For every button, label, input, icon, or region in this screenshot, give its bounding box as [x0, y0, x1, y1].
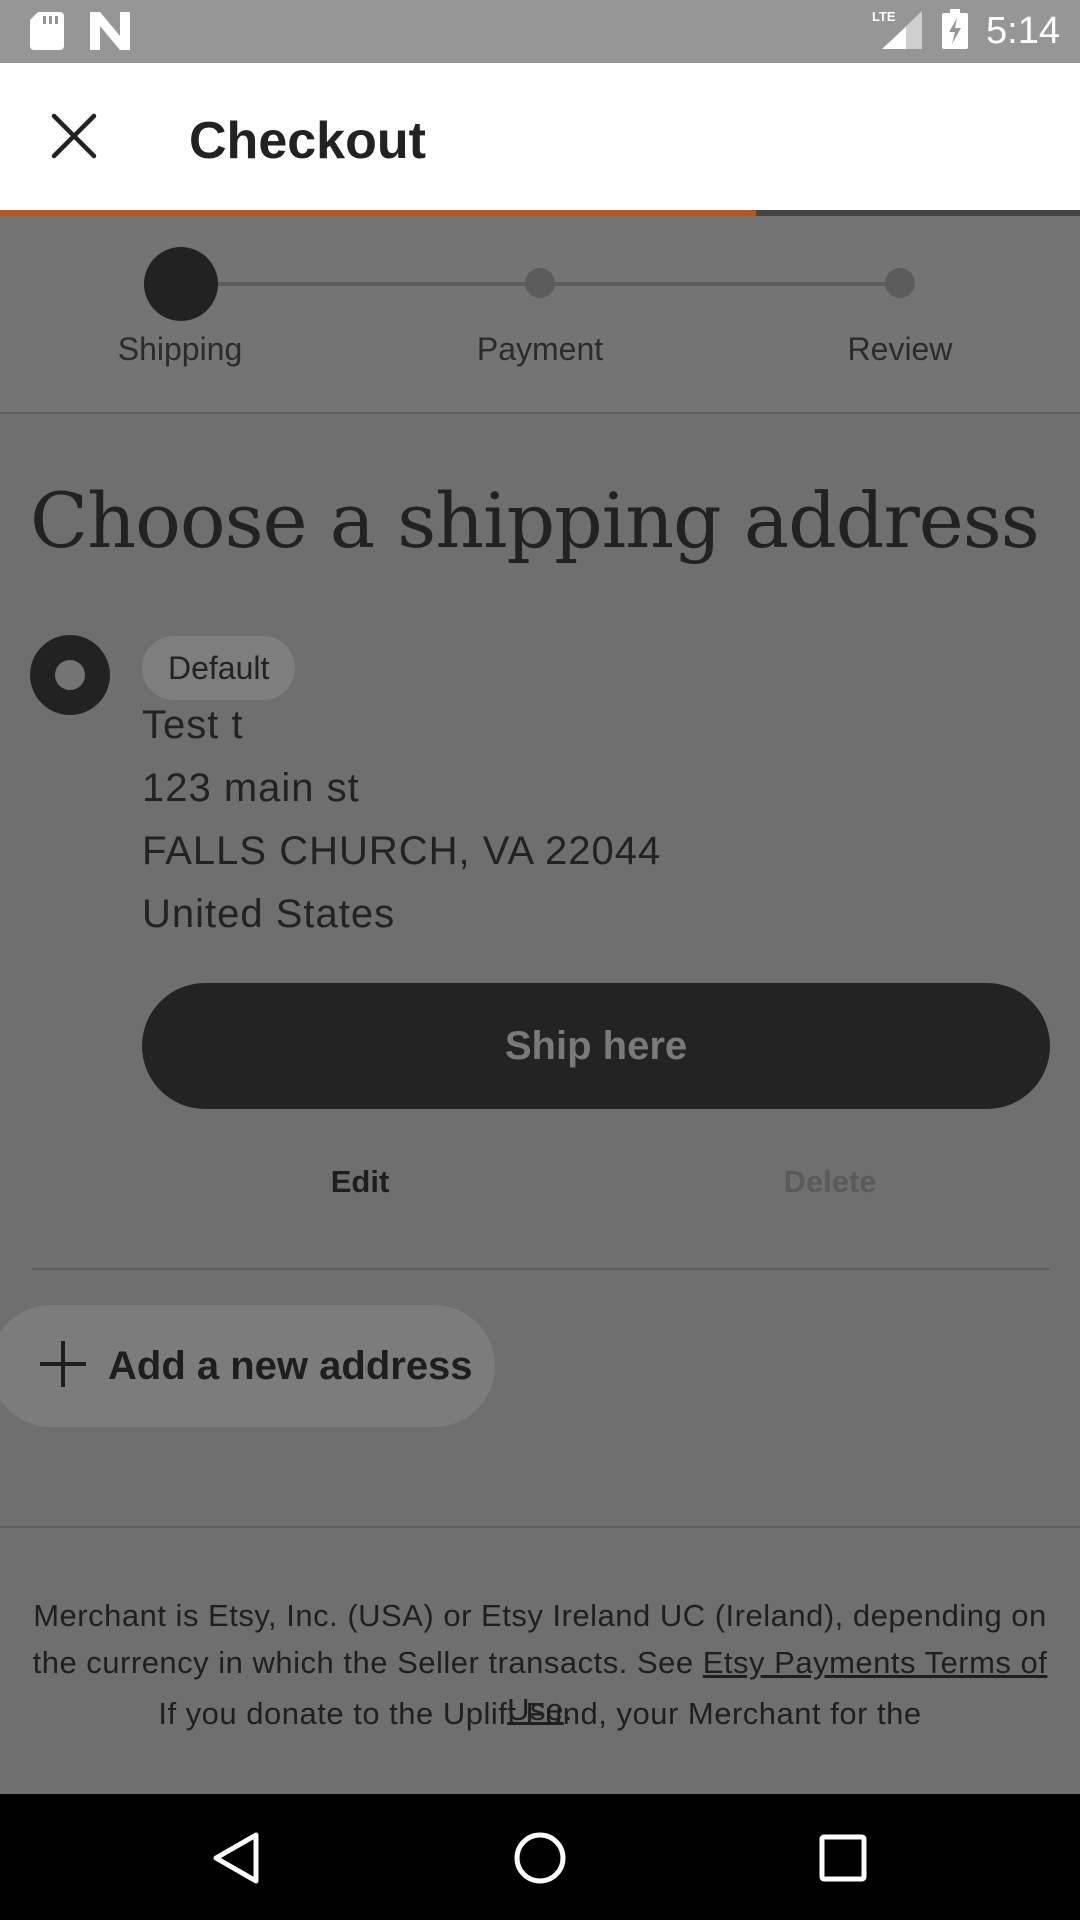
step-label-payment: Payment	[476, 331, 604, 367]
uplift-fund-text: If you donate to the Uplift Fund, your M…	[158, 1696, 922, 1731]
address-name: Test t	[142, 703, 244, 747]
sd-card-icon	[30, 12, 64, 55]
merchant-disclosure: Merchant is Etsy, Inc. (USA) or Etsy Ire…	[0, 1526, 1080, 1794]
home-circle-icon	[513, 1831, 567, 1890]
close-icon	[51, 113, 97, 164]
system-nav-bar	[0, 1794, 1080, 1920]
default-badge: Default	[142, 636, 296, 700]
main-content: Choose a shipping address Default Test t…	[0, 416, 1080, 1526]
recents-button[interactable]	[813, 1832, 873, 1888]
step-indicator-review	[885, 268, 915, 298]
home-button[interactable]	[510, 1832, 570, 1888]
address-radio-button[interactable]	[30, 635, 110, 715]
close-button[interactable]	[44, 108, 104, 168]
signal-icon: LTE	[872, 9, 924, 54]
step-label-review: Review	[847, 331, 953, 367]
plus-icon	[38, 1339, 88, 1394]
add-new-address-button[interactable]: Add a new address	[0, 1305, 495, 1427]
edit-address-button[interactable]: Edit	[300, 1164, 420, 1200]
ship-here-button[interactable]: Ship here	[142, 983, 1050, 1109]
page-title: Checkout	[189, 112, 426, 170]
network-type: LTE	[872, 9, 896, 24]
battery-charging-icon	[942, 9, 969, 54]
address-country: United States	[142, 892, 396, 936]
clock: 5:14	[986, 10, 1060, 52]
n-notification-icon	[90, 12, 130, 55]
app-header: Checkout	[0, 63, 1080, 210]
address-divider	[32, 1268, 1050, 1270]
back-triangle-icon	[212, 1831, 260, 1890]
radio-selected-dot	[55, 660, 85, 690]
delete-address-button[interactable]: Delete	[760, 1164, 900, 1200]
add-address-label: Add a new address	[108, 1343, 473, 1388]
address-city-line: FALLS CHURCH, VA 22044	[142, 829, 662, 873]
checkout-stepper: Shipping Payment Review	[0, 216, 1080, 414]
address-street: 123 main st	[142, 766, 360, 810]
recents-square-icon	[818, 1833, 868, 1888]
section-heading: Choose a shipping address	[30, 476, 1040, 565]
step-indicator-shipping	[144, 247, 218, 321]
status-bar: LTE 5:14	[0, 0, 1080, 63]
step-indicator-payment	[525, 268, 555, 298]
step-label-shipping: Shipping	[117, 331, 243, 367]
back-button[interactable]	[206, 1832, 266, 1888]
